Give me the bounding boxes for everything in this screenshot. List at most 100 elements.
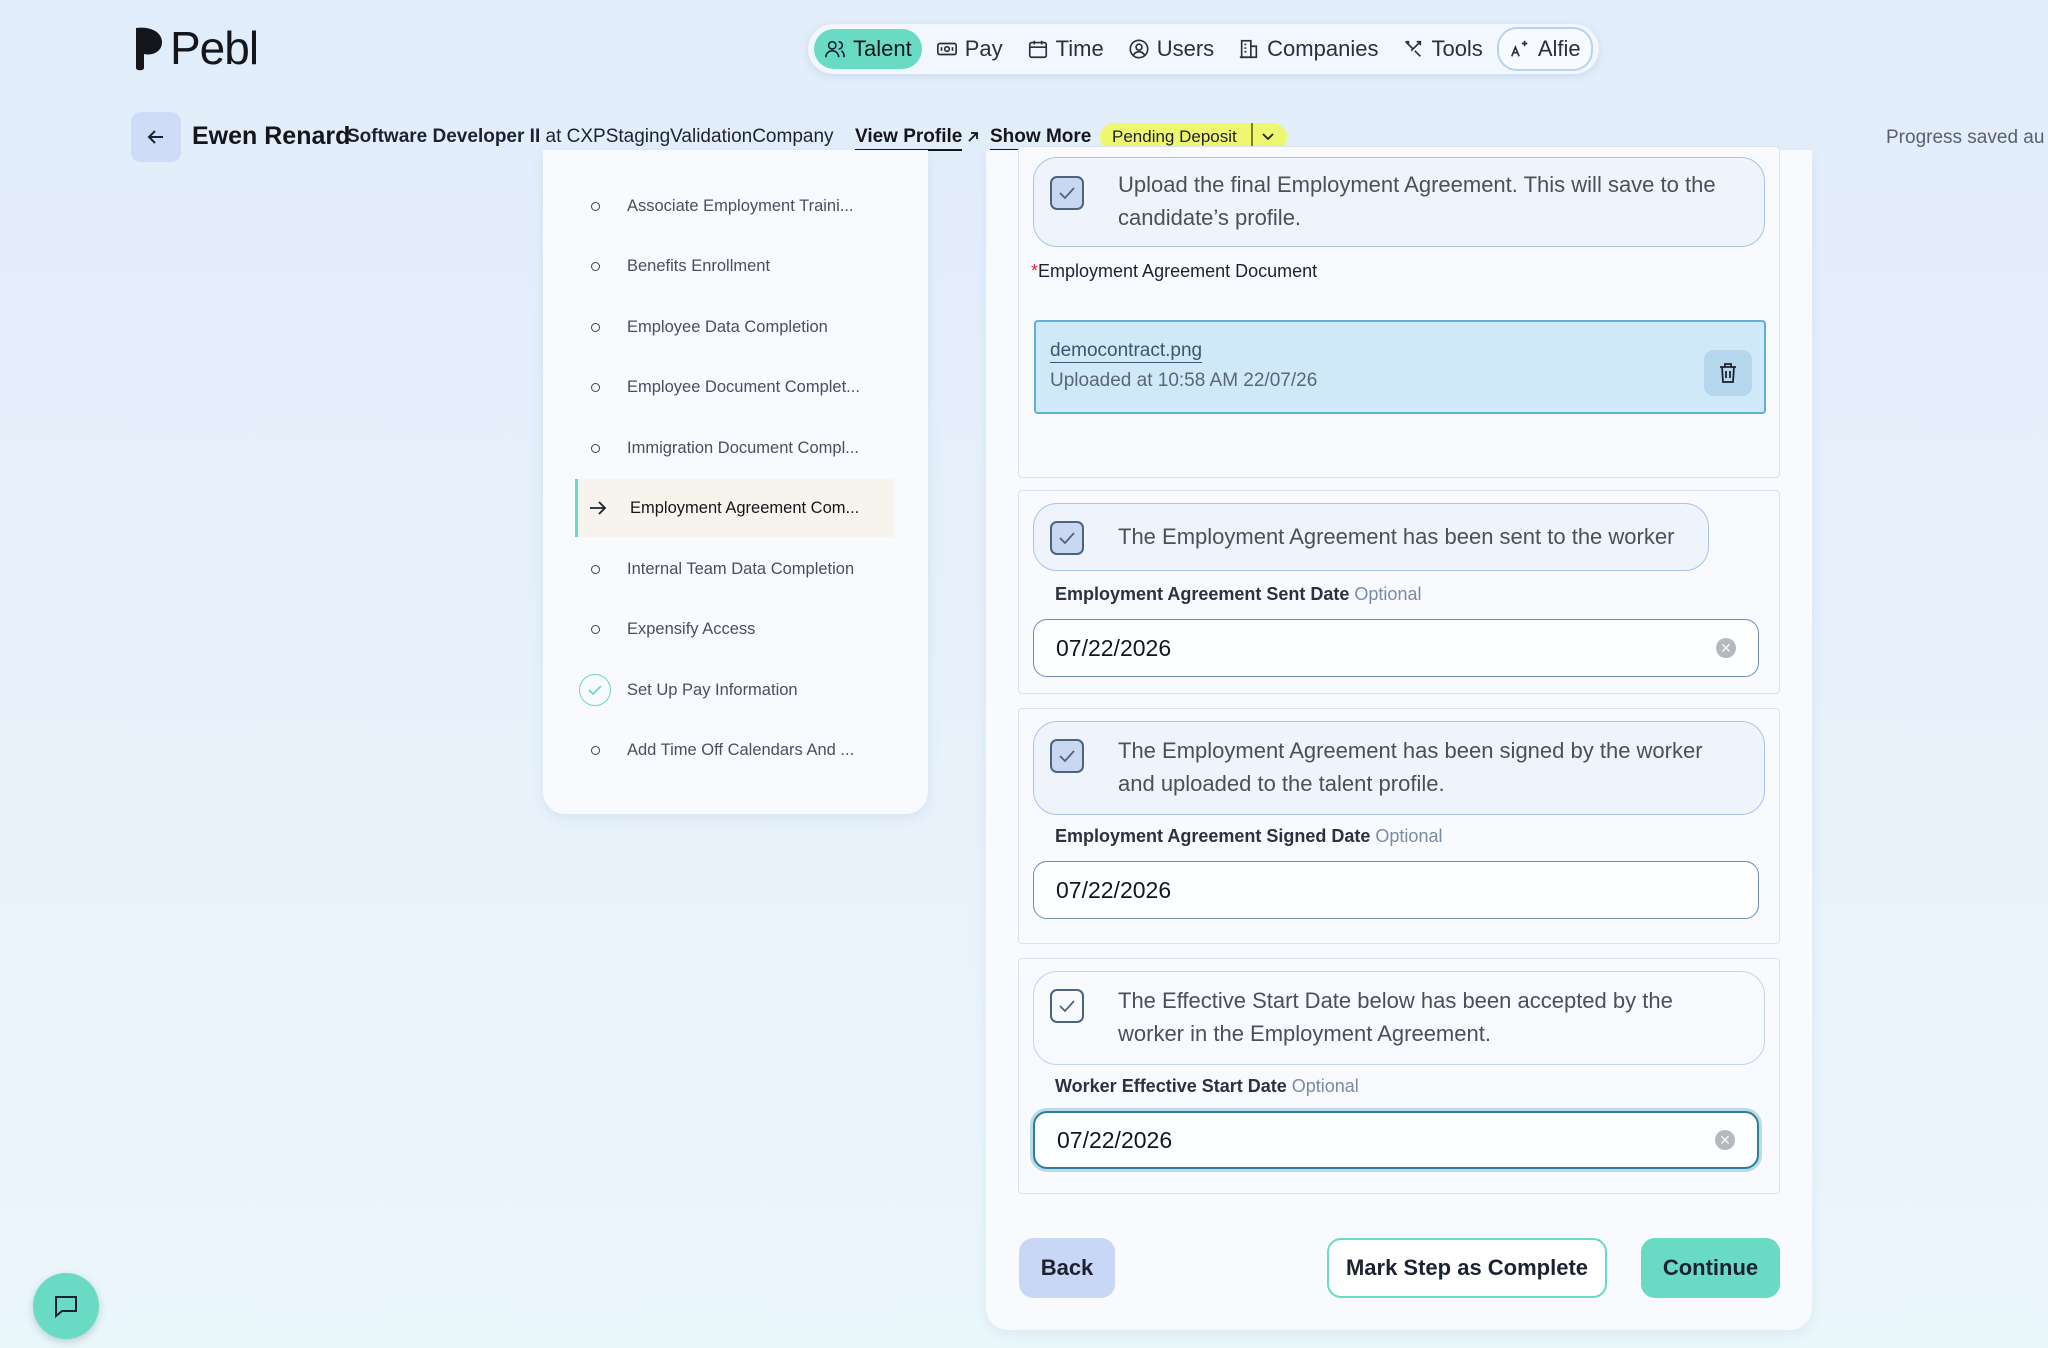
talent-company: CXPStagingValidationCompany	[566, 126, 834, 147]
step-bullet	[575, 745, 615, 755]
step-label: Employee Document Complet...	[627, 377, 860, 396]
app-logo[interactable]: Pebl	[130, 22, 259, 74]
upload-task-checkbox[interactable]: Upload the final Employment Agreement. T…	[1033, 157, 1765, 247]
step-item[interactable]: Associate Employment Traini...	[575, 177, 891, 235]
checkbox-checked-icon	[1050, 739, 1084, 773]
optional-tag: Optional	[1291, 1076, 1359, 1096]
main-nav: Talent Pay Time Users Companies Tools Al…	[808, 24, 1599, 74]
checkbox-checked-icon	[1050, 176, 1084, 210]
user-circle-icon	[1129, 39, 1149, 59]
pebl-logo-icon	[130, 24, 164, 72]
back-arrow-button[interactable]	[131, 112, 181, 162]
checkbox-checked-icon	[1050, 989, 1084, 1023]
step-bullet	[575, 201, 615, 211]
circle-dot-icon	[590, 745, 600, 755]
circle-dot-icon	[590, 322, 600, 332]
step-bullet	[575, 443, 615, 453]
talent-role: Software Developer II	[347, 126, 541, 147]
nav-users[interactable]: Users	[1118, 29, 1224, 69]
step-item[interactable]: Expensify Access	[575, 600, 891, 658]
start-task-checkbox[interactable]: The Effective Start Date below has been …	[1033, 971, 1765, 1065]
clear-icon[interactable]: ✕	[1716, 638, 1736, 658]
progress-saved-text: Progress saved au	[1886, 127, 2045, 148]
signed-task-text: The Employment Agreement has been signed…	[1118, 738, 1703, 796]
step-label: Internal Team Data Completion	[627, 559, 855, 578]
step-bullet	[578, 499, 618, 517]
calendar-icon	[1028, 40, 1047, 59]
circle-dot-icon	[590, 261, 600, 271]
step-label: Immigration Document Compl...	[627, 438, 859, 457]
mark-complete-button[interactable]: Mark Step as Complete	[1327, 1238, 1607, 1298]
steps-sidebar: Associate Employment Traini... Benefits …	[543, 150, 928, 814]
step-item[interactable]: Benefits Enrollment	[575, 237, 891, 295]
step-item-done[interactable]: Set Up Pay Information	[575, 661, 891, 719]
arrow-left-icon	[147, 130, 163, 144]
sparkle-a-icon	[1510, 40, 1528, 57]
step-label: Set Up Pay Information	[627, 680, 798, 699]
step-bullet	[575, 322, 615, 332]
delete-file-button[interactable]	[1704, 350, 1752, 396]
trash-icon	[1720, 363, 1736, 383]
signed-section: The Employment Agreement has been signed…	[1018, 708, 1780, 944]
form-card: Upload the final Employment Agreement. T…	[986, 146, 1812, 1330]
chevron-down-icon	[1262, 133, 1274, 141]
chat-button[interactable]	[33, 1273, 99, 1339]
file-name-link[interactable]: democontract.png	[1050, 340, 1203, 363]
sent-section: The Employment Agreement has been sent t…	[1018, 490, 1780, 694]
signed-task-checkbox[interactable]: The Employment Agreement has been signed…	[1033, 721, 1765, 815]
uploaded-file-box: democontract.png Uploaded at 10:58 AM 22…	[1034, 320, 1766, 414]
circle-dot-icon	[590, 443, 600, 453]
start-date-label-text: Worker Effective Start Date	[1055, 1076, 1287, 1096]
chat-icon	[55, 1296, 77, 1319]
step-item[interactable]: Add Time Off Calendars And ...	[575, 721, 891, 779]
start-date-input[interactable]: 07/22/2026 ✕	[1033, 1111, 1759, 1169]
nav-tools[interactable]: Tools	[1392, 29, 1492, 69]
step-item[interactable]: Internal Team Data Completion	[575, 540, 891, 598]
signed-date-label-text: Employment Agreement Signed Date	[1055, 826, 1371, 846]
talent-name: Ewen Renard	[192, 122, 351, 150]
step-item[interactable]: Employee Document Complet...	[575, 358, 891, 416]
continue-button[interactable]: Continue	[1641, 1238, 1780, 1298]
nav-users-label: Users	[1156, 36, 1215, 61]
step-label: Associate Employment Traini...	[627, 196, 854, 215]
nav-alfie[interactable]: Alfie	[1496, 27, 1593, 71]
nav-tools-label: Tools	[1431, 36, 1483, 61]
view-profile-link[interactable]: View Profile	[855, 126, 963, 151]
back-button[interactable]: Back	[1019, 1238, 1115, 1298]
start-task-text: The Effective Start Date below has been …	[1118, 988, 1673, 1046]
money-icon	[936, 42, 957, 56]
checkbox-checked-icon	[1050, 521, 1084, 555]
nav-time[interactable]: Time	[1017, 29, 1114, 69]
step-label: Add Time Off Calendars And ...	[627, 740, 855, 759]
nav-alfie-label: Alfie	[1537, 36, 1581, 61]
step-label: Employee Data Completion	[627, 317, 828, 336]
circle-dot-icon	[590, 564, 600, 574]
step-item[interactable]: Employee Data Completion	[575, 298, 891, 356]
nav-time-label: Time	[1055, 36, 1104, 61]
sent-task-text: The Employment Agreement has been sent t…	[1118, 524, 1675, 549]
step-item[interactable]: Immigration Document Compl...	[575, 419, 891, 477]
show-more-label: Show More	[990, 126, 1092, 147]
signed-date-input[interactable]: 07/22/2026	[1033, 861, 1759, 919]
signed-date-label: Employment Agreement Signed Date Optiona…	[1055, 826, 1442, 847]
optional-tag: Optional	[1375, 826, 1443, 846]
nav-companies[interactable]: Companies	[1228, 29, 1388, 69]
talent-at: at	[545, 126, 562, 147]
nav-talent[interactable]: Talent	[814, 29, 922, 69]
view-profile-label: View Profile	[855, 126, 963, 147]
clear-icon[interactable]: ✕	[1715, 1130, 1735, 1150]
nav-pay[interactable]: Pay	[926, 29, 1013, 69]
signed-date-value: 07/22/2026	[1056, 876, 1172, 903]
circle-dot-icon	[590, 382, 600, 392]
circle-dot-icon	[590, 201, 600, 211]
sent-date-label-text: Employment Agreement Sent Date	[1055, 584, 1350, 604]
talent-role-line: Software Developer II at CXPStagingValid…	[347, 126, 834, 148]
check-circle-icon	[579, 674, 611, 706]
step-bullet	[575, 261, 615, 271]
step-item-current[interactable]: Employment Agreement Com...	[575, 479, 894, 537]
file-upload-time: Uploaded at 10:58 AM 22/07/26	[1050, 370, 1318, 391]
document-label-text: Employment Agreement Document	[1038, 261, 1318, 281]
nav-pay-label: Pay	[964, 36, 1003, 61]
sent-task-checkbox[interactable]: The Employment Agreement has been sent t…	[1033, 503, 1709, 571]
sent-date-input[interactable]: 07/22/2026 ✕	[1033, 619, 1759, 677]
